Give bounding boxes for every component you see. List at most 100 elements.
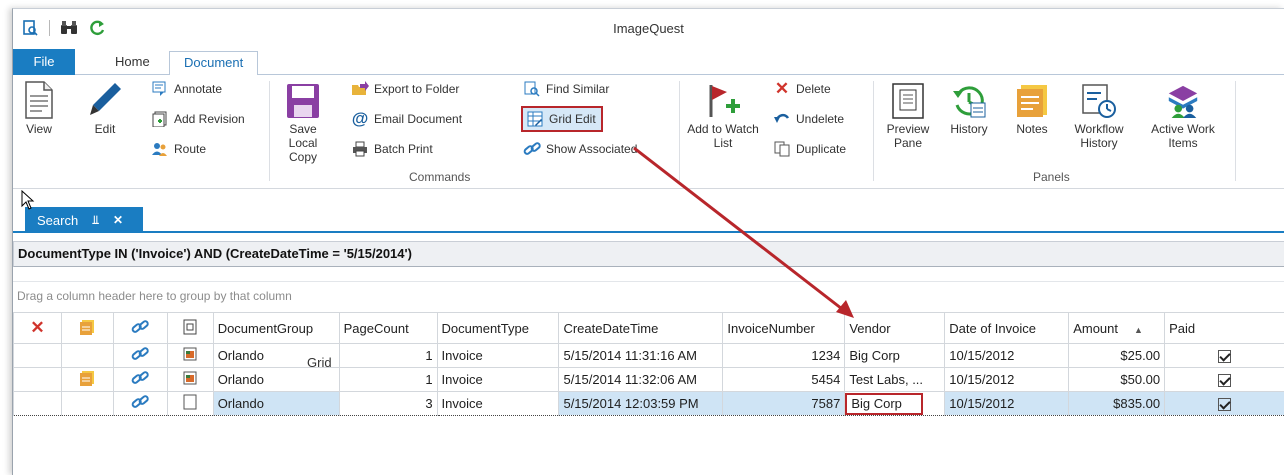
view-button[interactable]: View [19, 81, 59, 136]
date-of-invoice-cell[interactable]: 10/15/2012 [944, 391, 1070, 416]
pagecount-cell[interactable]: 3 [338, 391, 438, 416]
column-header-paid[interactable]: Paid [1164, 312, 1284, 344]
notes-column-header[interactable] [60, 312, 114, 344]
thumbnail-column-header[interactable] [166, 312, 214, 344]
table-row[interactable]: Orlando 1 Invoice 5/15/2014 11:31:16 AM … [13, 343, 1284, 368]
table-row-selected[interactable]: Orlando 3 Invoice 5/15/2014 12:03:59 PM … [13, 391, 1284, 416]
amount-cell[interactable]: $835.00 [1068, 391, 1166, 416]
invoicenumber-cell[interactable]: 5454 [722, 367, 846, 392]
column-header-documentgroup[interactable]: DocumentGroup [212, 312, 340, 344]
paid-cell[interactable] [1164, 391, 1284, 416]
documenttype-cell[interactable]: Invoice [436, 343, 560, 368]
associated-cell[interactable] [112, 343, 168, 368]
column-header-pagecount[interactable]: PageCount [338, 312, 438, 344]
notes-cell[interactable] [60, 367, 114, 392]
associated-cell[interactable] [112, 367, 168, 392]
active-work-items-button[interactable]: Active Work Items [1143, 81, 1223, 150]
route-button[interactable]: Route [151, 139, 206, 159]
edit-label: Edit [94, 122, 116, 136]
paid-checkbox[interactable] [1218, 350, 1232, 364]
column-header-date-of-invoice[interactable]: Date of Invoice [944, 312, 1070, 344]
createdatetime-cell[interactable]: 5/15/2014 11:31:16 AM [558, 343, 724, 368]
tab-search[interactable]: Search ⫫ ✕ [25, 207, 143, 233]
column-header-createdatetime[interactable]: CreateDateTime [558, 312, 724, 344]
add-to-watch-list-button[interactable]: Add to Watch List [687, 81, 759, 150]
createdatetime-cell[interactable]: 5/15/2014 11:32:06 AM [558, 367, 724, 392]
pencil-icon [87, 81, 123, 119]
thumbnail-cell[interactable] [166, 343, 214, 368]
find-similar-icon [523, 80, 541, 98]
notes-cell[interactable] [60, 343, 114, 368]
undelete-button[interactable]: Undelete [773, 109, 844, 129]
amount-cell[interactable]: $50.00 [1068, 367, 1166, 392]
thumbnail-cell[interactable] [166, 367, 214, 392]
close-icon[interactable]: ✕ [113, 213, 123, 227]
duplicate-button[interactable]: Duplicate [773, 139, 846, 159]
preview-pane-label: Preview Pane [886, 122, 930, 150]
associated-column-header[interactable] [112, 312, 168, 344]
notes-button[interactable]: Notes [1009, 81, 1055, 136]
delete-cell[interactable] [13, 391, 62, 416]
find-similar-button[interactable]: Find Similar [523, 79, 609, 99]
preview-pane-button[interactable]: Preview Pane [881, 81, 935, 150]
column-header-invoicenumber[interactable]: InvoiceNumber [722, 312, 846, 344]
column-header-vendor[interactable]: Vendor [844, 312, 946, 344]
ribbon: View Edit Annotate Add Revision Route Sa… [13, 75, 1284, 189]
invoicenumber-cell[interactable]: 1234 [722, 343, 846, 368]
workflow-history-button[interactable]: Workflow History [1067, 81, 1131, 150]
documentgroup-cell[interactable]: Orlando [212, 367, 340, 392]
annotate-button[interactable]: Annotate [151, 79, 222, 99]
pagecount-cell[interactable]: 1 [338, 367, 438, 392]
tab-home[interactable]: Home [101, 51, 164, 75]
table-row[interactable]: Orlando 1 Invoice 5/15/2014 11:32:06 AM … [13, 367, 1284, 392]
delete-cell[interactable] [13, 367, 62, 392]
route-users-icon [151, 140, 169, 158]
delete-button[interactable]: ✕ Delete [773, 79, 831, 99]
pagecount-cell[interactable]: 1 [338, 343, 438, 368]
documenttype-cell[interactable]: Invoice [436, 391, 560, 416]
documentgroup-cell[interactable]: Orlando [212, 391, 340, 416]
invoicenumber-cell[interactable]: 7587 [722, 391, 846, 416]
group-by-panel[interactable]: Drag a column header here to group by th… [13, 281, 1284, 311]
paid-checkbox[interactable] [1218, 374, 1232, 388]
batch-print-button[interactable]: Batch Print [351, 139, 433, 159]
show-associated-button[interactable]: Show Associated [523, 139, 637, 159]
link-icon [131, 395, 150, 413]
column-header-amount[interactable]: Amount ▲ [1068, 312, 1166, 344]
annotate-icon [151, 80, 169, 98]
grid-edit-button[interactable]: Grid Edit [521, 106, 603, 132]
vendor-cell[interactable]: Big Corp [844, 343, 946, 368]
delete-cell[interactable] [13, 343, 62, 368]
thumbnail-cell[interactable] [166, 391, 214, 416]
tab-file[interactable]: File [13, 49, 75, 75]
delete-column-header[interactable]: ✕ [13, 312, 62, 344]
group-label-panels: Panels [1033, 170, 1070, 184]
grid-header-row: ✕ DocumentGroup PageCount DocumentType C… [13, 312, 1284, 344]
documenttype-cell[interactable]: Invoice [436, 367, 560, 392]
notes-cell[interactable] [60, 391, 114, 416]
edit-button[interactable]: Edit [85, 81, 125, 136]
createdatetime-cell[interactable]: 5/15/2014 12:03:59 PM [558, 391, 724, 416]
amount-cell[interactable]: $25.00 [1068, 343, 1166, 368]
save-local-copy-button[interactable]: Save Local Copy [275, 81, 331, 164]
column-header-documenttype[interactable]: DocumentType [436, 312, 560, 344]
history-button[interactable]: History [943, 81, 995, 136]
add-revision-button[interactable]: Add Revision [151, 109, 245, 129]
pin-icon[interactable]: ⫫ [92, 213, 99, 228]
export-to-folder-button[interactable]: Export to Folder [351, 79, 459, 99]
email-document-button[interactable]: @ Email Document [351, 109, 462, 129]
date-of-invoice-cell[interactable]: 10/15/2012 [944, 343, 1070, 368]
tab-document[interactable]: Document [169, 51, 259, 76]
image-thumbnail-icon [183, 347, 197, 364]
amount-header-label: Amount [1073, 320, 1119, 336]
paid-checkbox[interactable] [1218, 398, 1232, 412]
workflow-history-icon [1081, 81, 1117, 119]
paid-cell[interactable] [1164, 343, 1284, 368]
vendor-cell[interactable]: Big Corp [844, 391, 946, 416]
date-of-invoice-cell[interactable]: 10/15/2012 [944, 367, 1070, 392]
vendor-edit-input[interactable]: Big Corp [845, 392, 924, 415]
documentgroup-cell[interactable]: Orlando [212, 343, 340, 368]
paid-cell[interactable] [1164, 367, 1284, 392]
associated-cell[interactable] [112, 391, 168, 416]
vendor-cell[interactable]: Test Labs, ... [844, 367, 946, 392]
